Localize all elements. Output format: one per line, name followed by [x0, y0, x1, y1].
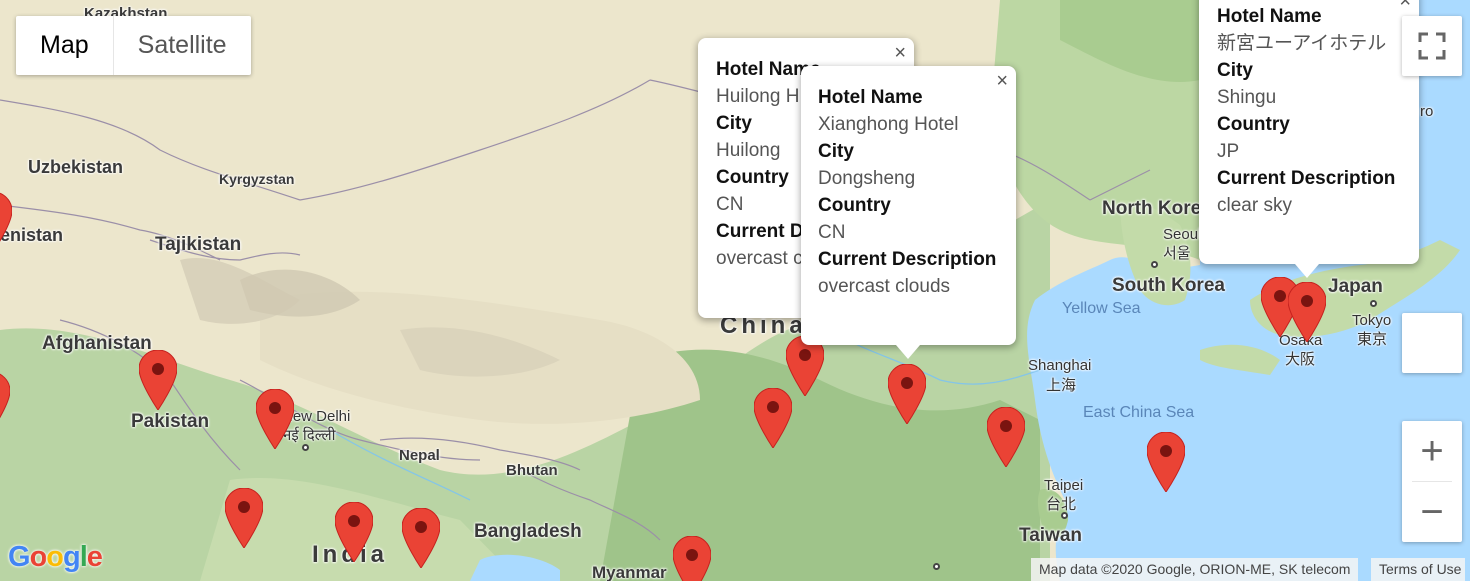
label-pakistan: Pakistan — [131, 411, 210, 432]
map-type-control: Map Satellite — [16, 16, 251, 75]
marker-pin[interactable] — [138, 349, 178, 411]
label-uzbekistan: Uzbekistan — [28, 157, 124, 177]
country-value: CN — [818, 222, 846, 243]
description-value: overcast clouds — [818, 276, 951, 297]
description-label: Current Description — [818, 249, 997, 270]
marker-pin[interactable] — [1146, 431, 1186, 493]
label-north-korea: North Korea — [1102, 198, 1212, 219]
label-myanmar: Myanmar — [592, 563, 667, 581]
marker-pin[interactable] — [986, 406, 1026, 468]
close-icon[interactable]: × — [996, 70, 1008, 93]
hotel-name-label: Hotel Name — [818, 87, 923, 108]
fullscreen-button[interactable] — [1402, 16, 1462, 76]
close-icon[interactable]: × — [894, 42, 906, 65]
city-dot-taipei — [1061, 512, 1068, 519]
zoom-control: + − — [1402, 421, 1462, 542]
label-shanghai-chinese: 上海 — [1046, 377, 1077, 394]
city-label: City — [818, 141, 854, 162]
label-japan: Japan — [1328, 276, 1383, 297]
marker-pin[interactable] — [0, 372, 11, 432]
label-yellow-sea: Yellow Sea — [1062, 300, 1141, 317]
city-value: Dongsheng — [818, 168, 916, 189]
label-tokyo: Tokyo — [1352, 312, 1392, 329]
label-tokyo-japanese: 東京 — [1357, 331, 1388, 348]
google-logo[interactable]: Google — [8, 541, 103, 574]
label-seoul: Seoul — [1163, 226, 1202, 243]
label-taiwan: Taiwan — [1019, 525, 1082, 546]
label-bhutan: Bhutan — [506, 462, 558, 479]
marker-pin[interactable] — [785, 335, 825, 397]
marker-pin[interactable] — [401, 507, 441, 569]
marker-pin[interactable] — [753, 387, 793, 449]
city-dot-new-delhi — [302, 444, 309, 451]
info-window-tail — [896, 345, 920, 359]
description-label: Current Description — [1217, 168, 1396, 189]
city-dot-south — [933, 563, 940, 570]
marker-pin[interactable] — [224, 487, 264, 549]
country-label: Country — [818, 195, 891, 216]
marker-pin[interactable] — [255, 388, 295, 450]
country-label: Country — [1217, 114, 1290, 135]
label-tajikistan: Tajikistan — [155, 234, 242, 255]
label-taipei-chinese: 台北 — [1046, 496, 1077, 513]
label-east-china-sea: East China Sea — [1083, 404, 1195, 421]
map-type-map-button[interactable]: Map — [16, 16, 113, 75]
hotel-name-value: 新宮ユーアイホテル — [1217, 33, 1387, 54]
label-nepal: Nepal — [399, 447, 440, 464]
map-canvas[interactable]: Kazakhstan Uzbekistan Kyrgyzstan Tajikis… — [0, 0, 1470, 581]
label-shanghai: Shanghai — [1028, 357, 1092, 374]
marker-pin[interactable] — [334, 501, 374, 563]
marker-pin[interactable] — [0, 192, 13, 252]
hotel-name-label: Hotel Name — [1217, 6, 1322, 27]
label-taipei: Taipei — [1044, 477, 1084, 494]
info-window-shingu: × Hotel Name 新宮ユーアイホテル City Shingu Count… — [1199, 0, 1419, 278]
label-edge-fragment: ro — [1420, 103, 1434, 120]
hotel-name-value: Xianghong Hotel — [818, 114, 959, 135]
city-label: City — [1217, 60, 1253, 81]
info-window-dongsheng: × Hotel Name Xianghong Hotel City Dongsh… — [801, 66, 1016, 359]
city-dot-seoul — [1151, 261, 1158, 268]
marker-pin[interactable] — [1287, 281, 1327, 343]
map-type-satellite-button[interactable]: Satellite — [114, 16, 251, 75]
label-osaka-japanese: 大阪 — [1285, 351, 1316, 368]
marker-pin[interactable] — [672, 535, 712, 581]
terms-of-use-link[interactable]: Terms of Use — [1371, 558, 1466, 581]
label-bangladesh: Bangladesh — [474, 521, 582, 542]
map-attribution: Map data ©2020 Google, ORION-ME, SK tele… — [1031, 558, 1359, 581]
fullscreen-icon — [1418, 32, 1446, 60]
info-window-tail — [1295, 264, 1319, 278]
label-kyrgyzstan: Kyrgyzstan — [219, 171, 295, 187]
country-value: JP — [1217, 141, 1240, 162]
label-south-korea: South Korea — [1112, 275, 1225, 296]
zoom-out-button[interactable]: − — [1402, 482, 1462, 542]
zoom-in-button[interactable]: + — [1402, 421, 1462, 481]
marker-pin[interactable] — [887, 363, 927, 425]
label-seoul-korean: 서울 — [1163, 245, 1191, 262]
description-value: clear sky — [1217, 195, 1292, 216]
close-icon[interactable]: × — [1399, 0, 1411, 13]
city-value: Shingu — [1217, 87, 1277, 108]
label-afghanistan: Afghanistan — [42, 333, 152, 354]
city-dot-tokyo — [1370, 300, 1377, 307]
street-view-button[interactable] — [1402, 313, 1462, 373]
